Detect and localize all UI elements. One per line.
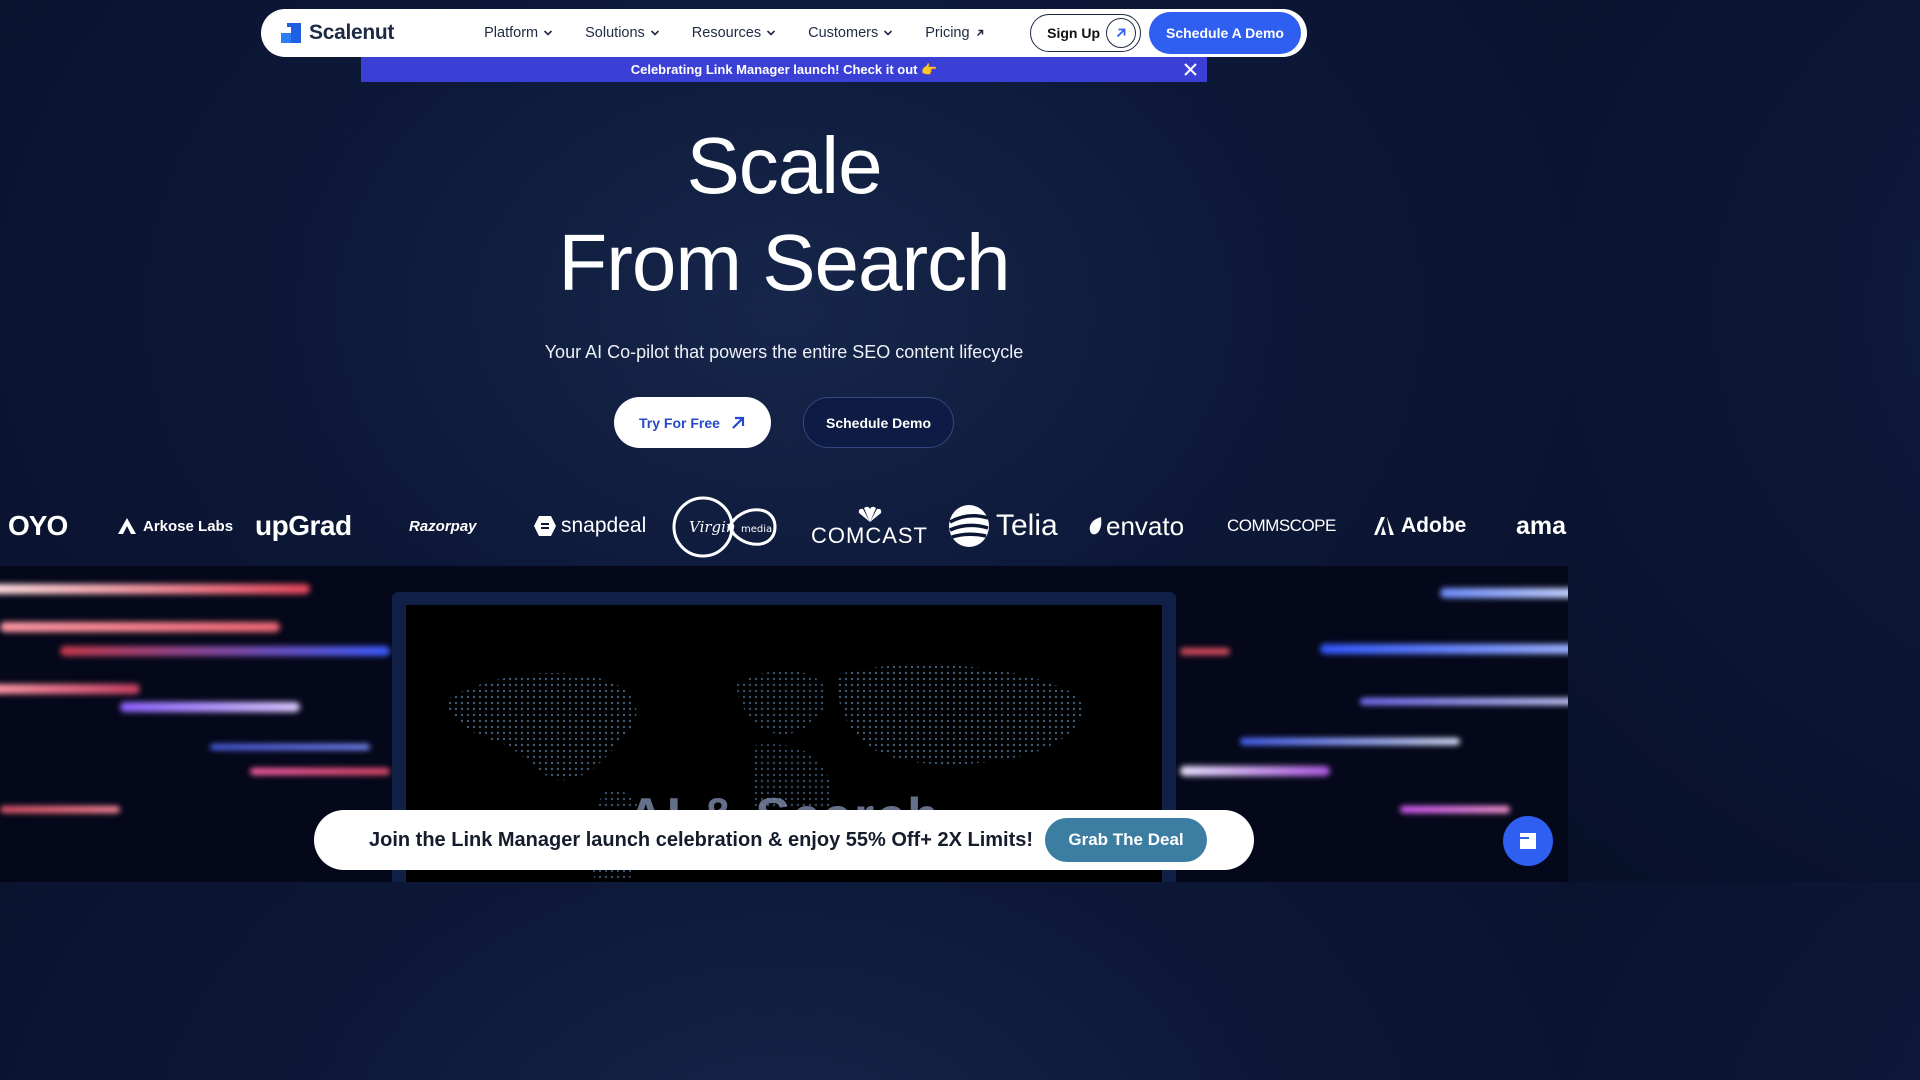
adobe-logo: Adobe (1373, 490, 1466, 562)
promo-banner: Join the Link Manager launch celebration… (314, 810, 1254, 870)
nav-pricing[interactable]: Pricing (925, 25, 984, 41)
nav-platform[interactable]: Platform (484, 25, 553, 41)
telia-pebble-icon (949, 505, 989, 547)
nav-resources[interactable]: Resources (692, 25, 776, 41)
virgin-media-logo: Virgin media (671, 490, 779, 562)
light-streak (1440, 588, 1568, 598)
chevron-down-icon (544, 30, 553, 36)
sign-up-button[interactable]: Sign Up (1030, 14, 1141, 52)
arrow-up-right-icon (732, 416, 745, 429)
envato-logo: envato (1088, 490, 1184, 562)
light-streak (1180, 648, 1230, 655)
light-streak (1320, 644, 1568, 654)
envato-leaf-icon (1089, 517, 1102, 535)
hero-subtitle: Your AI Co-pilot that powers the entire … (544, 342, 1024, 362)
razorpay-logo: Razorpay (409, 517, 477, 535)
schedule-demo-button[interactable]: Schedule Demo (803, 397, 954, 448)
announcement-text: Celebrating Link Manager launch! Check i… (630, 61, 938, 77)
nav-actions: Sign Up Schedule A Demo (1030, 12, 1301, 54)
schedule-demo-label: Schedule Demo (825, 414, 932, 431)
customer-logo-strip: OYO Arkose Labs upGrad Razorpay snapdeal… (0, 490, 1568, 562)
hero-title-line2: From Search (558, 218, 1010, 307)
nav-solutions-label: Solutions (585, 25, 645, 41)
light-streak (120, 702, 300, 712)
light-streak (0, 806, 120, 813)
scalenut-chat-icon (1520, 833, 1536, 849)
try-for-free-button[interactable]: Try For Free (614, 397, 771, 448)
top-navbar: Scalenut Platform Solutions Resources Cu… (261, 9, 1307, 57)
commscope-logo: COMMSCOPE (1227, 516, 1336, 535)
nav-customers-label: Customers (808, 25, 879, 41)
main-nav: Platform Solutions Resources Customers P… (484, 25, 984, 41)
comcast-logo: COMCAST (811, 490, 928, 562)
nav-platform-label: Platform (484, 25, 539, 41)
nav-pricing-label: Pricing (925, 25, 970, 41)
chevron-down-icon (767, 30, 776, 36)
chat-widget-button[interactable] (1503, 816, 1553, 866)
amazon-logo: ama (1516, 511, 1567, 540)
light-streak (1400, 806, 1510, 813)
telia-logo: Telia (948, 490, 1058, 562)
announcement-bar[interactable]: Celebrating Link Manager launch! Check i… (361, 57, 1207, 82)
arkose-icon (118, 518, 136, 534)
nbc-peacock-icon (858, 506, 881, 522)
chevron-down-icon (650, 30, 659, 36)
oyo-logo: OYO (8, 510, 68, 541)
arkose-labs-logo: Arkose Labs (116, 490, 233, 562)
grab-the-deal-button[interactable]: Grab The Deal (1045, 818, 1207, 862)
light-streak (0, 584, 310, 594)
svg-text:media: media (741, 524, 772, 535)
light-streak (0, 684, 140, 694)
svg-text:Virgin: Virgin (689, 518, 736, 536)
hero-title-line1: Scale (686, 121, 882, 210)
adobe-icon (1374, 517, 1394, 535)
schedule-a-demo-button[interactable]: Schedule A Demo (1149, 12, 1301, 54)
grab-the-deal-label: Grab The Deal (1068, 830, 1184, 849)
schedule-a-demo-label: Schedule A Demo (1166, 25, 1284, 41)
light-streak (1360, 698, 1568, 705)
arrow-up-right-icon (976, 29, 983, 37)
light-streak (1240, 738, 1460, 745)
nav-solutions[interactable]: Solutions (585, 25, 660, 41)
upgrad-logo: upGrad (255, 510, 352, 541)
promo-text: Join the Link Manager launch celebration… (369, 828, 1034, 851)
snapdeal-logo: snapdeal (533, 490, 646, 562)
light-streak (1180, 766, 1330, 776)
sign-up-label: Sign Up (1047, 25, 1100, 41)
light-streak (250, 768, 390, 775)
nav-resources-label: Resources (691, 25, 762, 41)
brand-logo[interactable]: Scalenut (281, 21, 394, 45)
close-icon[interactable] (1182, 61, 1199, 78)
chevron-down-icon (884, 30, 893, 36)
light-streak (60, 646, 390, 656)
nav-customers[interactable]: Customers (808, 25, 893, 41)
try-for-free-label: Try For Free (639, 414, 720, 431)
snapdeal-icon (534, 516, 556, 536)
scalenut-logo-icon (281, 23, 301, 43)
light-streak (210, 744, 370, 750)
light-streak (0, 622, 280, 632)
brand-name: Scalenut (309, 21, 395, 44)
arrow-up-right-icon (1106, 18, 1136, 48)
virgin-media-mark: Virgin media (672, 496, 777, 558)
